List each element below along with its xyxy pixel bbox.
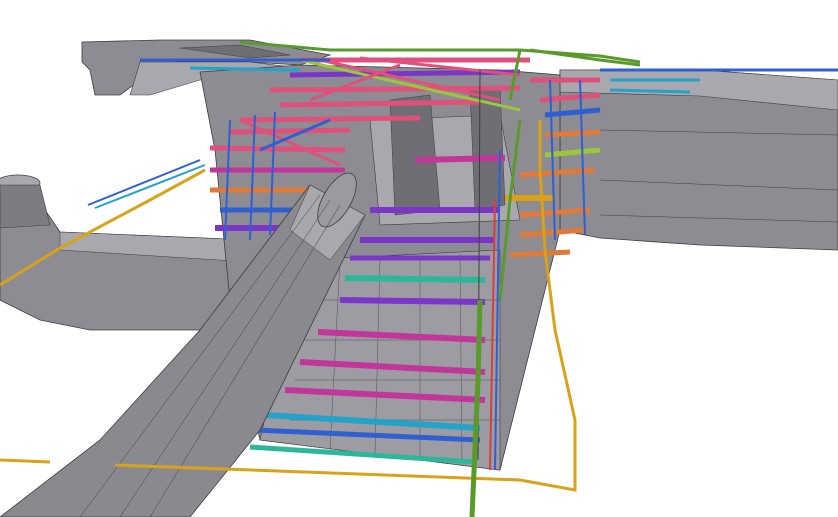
bim-model-viewport[interactable]: [0, 0, 838, 517]
right-concrete-structure: [559, 69, 838, 251]
3d-structure-render[interactable]: [0, 0, 838, 517]
